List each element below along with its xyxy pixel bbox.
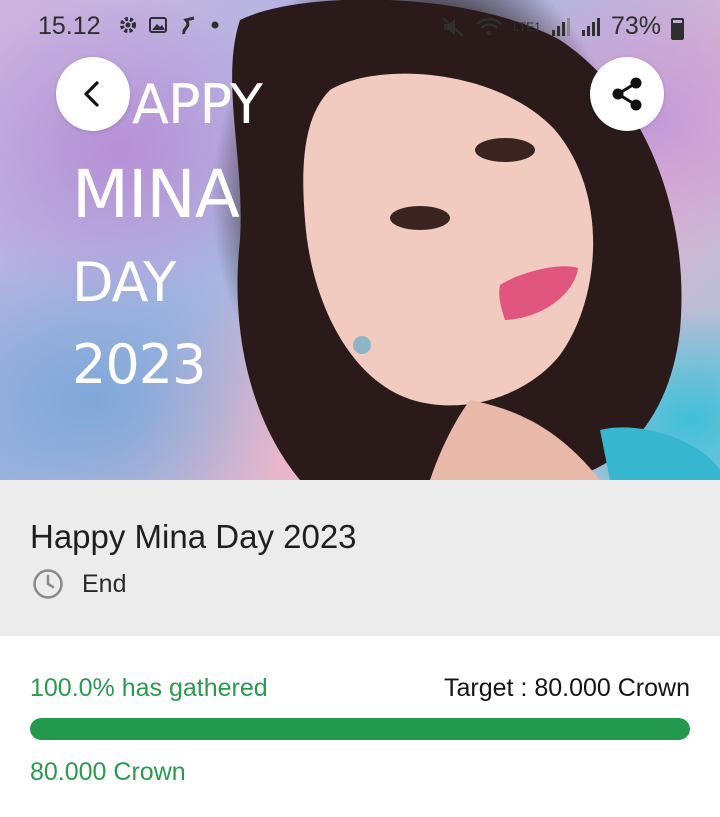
event-info: Happy Mina Day 2023 End bbox=[0, 480, 720, 636]
signal-icon bbox=[581, 17, 600, 36]
volte-icon: LTE1 bbox=[513, 19, 541, 34]
dot-icon bbox=[211, 21, 219, 29]
share-button[interactable] bbox=[590, 57, 664, 131]
event-status: End bbox=[32, 568, 126, 600]
poster-line-2: MINA bbox=[72, 156, 240, 233]
status-right-icons: LTE1 73% bbox=[441, 12, 684, 41]
target-amount: Target : 80.000 Crown bbox=[444, 674, 690, 702]
funding-progress: 100.0% has gathered Target : 80.000 Crow… bbox=[0, 636, 720, 817]
progress-bar bbox=[30, 718, 690, 740]
app-notification-icon bbox=[182, 16, 195, 35]
share-icon bbox=[612, 77, 642, 111]
poster-line-4: 2023 bbox=[72, 333, 206, 396]
image-icon bbox=[149, 17, 167, 33]
poster-line-1: APPY bbox=[132, 73, 263, 136]
wifi-icon bbox=[476, 17, 502, 35]
signal-icon bbox=[551, 17, 570, 36]
event-title: Happy Mina Day 2023 bbox=[30, 518, 357, 555]
clock-icon bbox=[33, 569, 63, 599]
chevron-left-icon bbox=[84, 81, 99, 107]
battery-percent: 73% bbox=[610, 12, 661, 40]
mute-icon bbox=[442, 16, 464, 37]
gathered-amount: 80.000 Crown bbox=[30, 758, 186, 786]
gathered-percent: 100.0% has gathered bbox=[30, 674, 268, 702]
event-status-text: End bbox=[82, 569, 127, 598]
battery-icon bbox=[671, 17, 684, 40]
poster-line-3: DAY bbox=[72, 251, 176, 314]
back-button[interactable] bbox=[56, 57, 130, 131]
gear-icon bbox=[120, 17, 136, 33]
status-time: 15.12 bbox=[38, 12, 101, 40]
event-banner: 15.12 LTE1 73% APPY MINA DAY 2023 bbox=[0, 0, 720, 480]
progress-bar-fill bbox=[30, 718, 690, 740]
status-bar: 15.12 LTE1 73% bbox=[0, 0, 720, 52]
status-left-icons bbox=[118, 14, 220, 36]
